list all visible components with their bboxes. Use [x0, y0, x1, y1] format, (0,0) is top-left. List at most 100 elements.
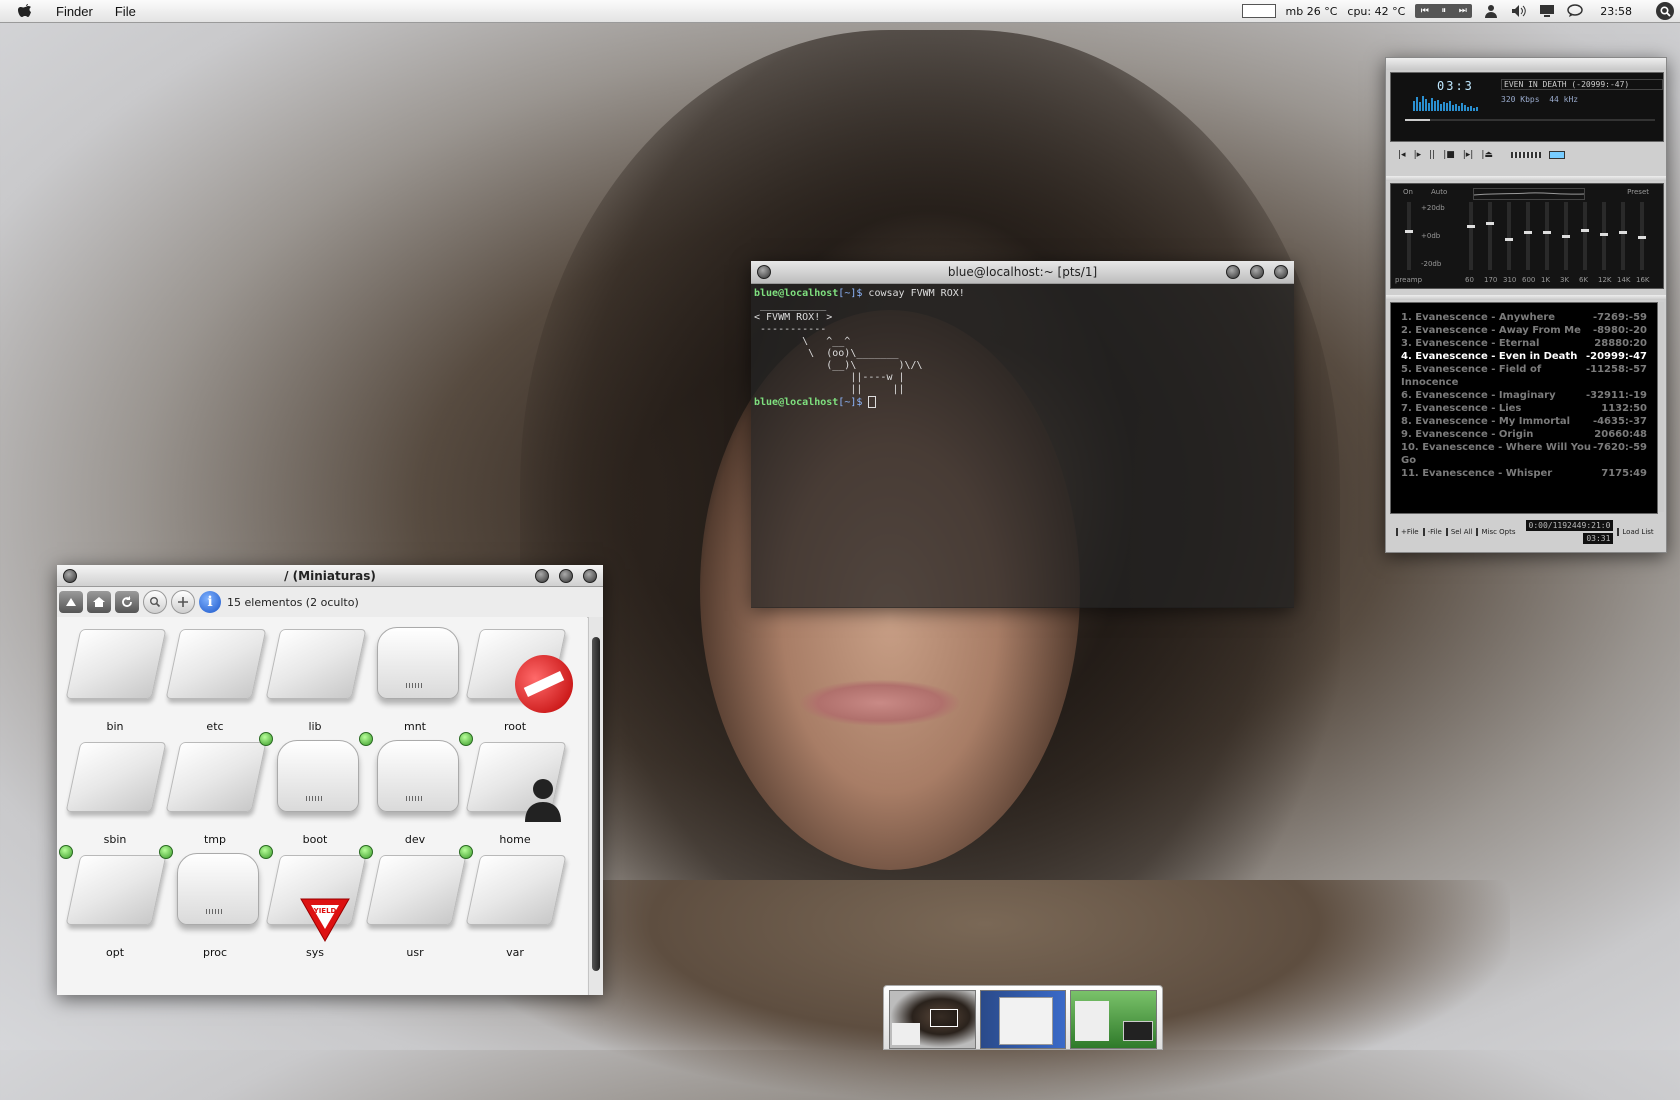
playlist-row[interactable]: 4. Evanescence - Even in Death -20999:-47: [1391, 350, 1657, 363]
cowsay-output: ___________ < FVWM ROX! > ----------- \ …: [754, 300, 923, 395]
file-item-mnt[interactable]: mnt: [365, 621, 465, 733]
file-item-proc[interactable]: proc: [159, 845, 265, 959]
file-item-dev[interactable]: dev: [359, 732, 465, 846]
misc-opts-button[interactable]: Misc Opts: [1476, 528, 1516, 536]
file-item-label: var: [506, 946, 524, 959]
vertical-scrollbar[interactable]: [588, 617, 603, 995]
balance-slider[interactable]: [1548, 151, 1565, 159]
seek-bar[interactable]: [1405, 119, 1655, 121]
eq-band-slider[interactable]: [1562, 202, 1570, 270]
window-menu-button[interactable]: [63, 568, 77, 583]
menu-file[interactable]: File: [115, 4, 136, 19]
eq-band-slider[interactable]: [1581, 202, 1589, 270]
file-item-sbin[interactable]: sbin: [65, 734, 167, 846]
playlist-row[interactable]: 8. Evanescence - My Immortal -4635:-37: [1391, 415, 1657, 428]
maximize-button[interactable]: [559, 568, 573, 583]
playlist-row[interactable]: 5. Evanescence - Field of Innocence -1125…: [1391, 363, 1657, 389]
eq-preset-button[interactable]: Preset: [1627, 188, 1649, 196]
zoom-button[interactable]: [143, 590, 167, 614]
refresh-button[interactable]: [115, 591, 139, 613]
pause-button[interactable]: ||: [1429, 150, 1435, 160]
close-button[interactable]: [1274, 265, 1288, 279]
pager-mini-box[interactable]: [1241, 4, 1276, 18]
new-item-button[interactable]: [171, 590, 195, 614]
eq-band-slider[interactable]: [1467, 202, 1475, 270]
minimize-button[interactable]: [1226, 265, 1240, 279]
terminal-titlebar[interactable]: blue@localhost:~ [pts/1]: [751, 261, 1294, 284]
eq-band-label: 12K: [1598, 276, 1612, 284]
terminal-output[interactable]: blue@localhost[~]$ cowsay FVWM ROX! ____…: [751, 284, 1294, 608]
eject-button[interactable]: |⏏: [1481, 150, 1493, 160]
track-title: 8. Evanescence - My Immortal: [1401, 416, 1571, 427]
info-icon[interactable]: i: [199, 591, 221, 613]
playlist-row[interactable]: 9. Evanescence - Origin 20660:48: [1391, 428, 1657, 441]
desktop-3-thumbnail[interactable]: [1070, 990, 1158, 1049]
eq-band-slider[interactable]: [1543, 202, 1551, 270]
eq-band-slider[interactable]: [1600, 202, 1608, 270]
volume-icon[interactable]: [1510, 2, 1528, 20]
eq-auto-button[interactable]: Auto: [1431, 188, 1447, 196]
window-menu-button[interactable]: [757, 265, 771, 279]
file-item-sys[interactable]: YIELD sys: [259, 845, 367, 959]
playlist-row[interactable]: 1. Evanescence - Anywhere -7269:-59: [1391, 311, 1657, 324]
up-button[interactable]: [59, 591, 83, 613]
file-manager-titlebar[interactable]: / (Miniaturas): [57, 565, 603, 587]
playlist-row[interactable]: 3. Evanescence - Eternal 28880:20: [1391, 337, 1657, 350]
preamp-slider[interactable]: [1405, 202, 1413, 270]
previous-track-icon[interactable]: ⏮: [1415, 4, 1434, 18]
next-button[interactable]: |▸|: [1463, 150, 1474, 160]
playlist-row[interactable]: 7. Evanescence - Lies 1132:50: [1391, 402, 1657, 415]
file-item-etc[interactable]: etc: [165, 621, 267, 733]
eq-band-slider[interactable]: [1619, 202, 1627, 270]
playlist-scrollbar[interactable]: [1659, 302, 1664, 512]
load-list-button[interactable]: Load List: [1617, 528, 1654, 536]
display-icon[interactable]: [1538, 2, 1556, 20]
eq-on-button[interactable]: On: [1403, 188, 1413, 196]
file-item-var[interactable]: var: [459, 845, 567, 959]
playlist-row[interactable]: 2. Evanescence - Away From Me -8980:-20: [1391, 324, 1657, 337]
user-icon[interactable]: [1482, 2, 1500, 20]
playlist-row[interactable]: 6. Evanescence - Imaginary -32911:-19: [1391, 389, 1657, 402]
eq-band-slider[interactable]: [1524, 202, 1532, 270]
minimize-button[interactable]: [535, 568, 549, 583]
file-item-lib[interactable]: lib: [265, 621, 367, 733]
play-button[interactable]: |▸: [1414, 150, 1422, 160]
maximize-button[interactable]: [1250, 265, 1264, 279]
previous-button[interactable]: |◂: [1398, 150, 1406, 160]
close-button[interactable]: [583, 568, 597, 583]
desktop-2-thumbnail[interactable]: [979, 990, 1067, 1049]
folder-icon: [465, 855, 567, 925]
volume-slider[interactable]: [1510, 152, 1541, 158]
playlist-titlebar[interactable]: [1386, 295, 1666, 300]
playlist-row[interactable]: 10. Evanescence - Where Will You Go -7620…: [1391, 441, 1657, 467]
pause-icon[interactable]: ⏸: [1434, 4, 1453, 18]
file-item-bin[interactable]: bin: [65, 621, 167, 733]
next-track-icon[interactable]: ⏭: [1453, 4, 1472, 18]
file-item-boot[interactable]: boot: [259, 732, 365, 846]
file-item-home[interactable]: home: [459, 732, 567, 846]
eq-band-slider[interactable]: [1486, 202, 1494, 270]
chat-icon[interactable]: [1566, 2, 1584, 20]
desktop-1-thumbnail[interactable]: [889, 990, 976, 1049]
eq-band-slider[interactable]: [1505, 202, 1513, 270]
stop-button[interactable]: |■: [1443, 150, 1455, 160]
equalizer-titlebar[interactable]: [1386, 176, 1666, 181]
apple-menu-icon[interactable]: [18, 2, 36, 20]
mb-temperature: mb 26 °C: [1285, 4, 1338, 18]
add-file-button[interactable]: +File: [1396, 528, 1419, 536]
player-titlebar[interactable]: [1386, 58, 1666, 70]
file-item-opt[interactable]: opt: [59, 845, 167, 959]
playlist-row[interactable]: 11. Evanescence - Whisper 7175:49: [1391, 467, 1657, 480]
file-item-label: sys: [306, 946, 324, 959]
select-all-button[interactable]: Sel All: [1445, 528, 1472, 536]
scrollbar-thumb[interactable]: [592, 637, 600, 971]
eq-band-slider[interactable]: [1638, 202, 1646, 270]
file-item-tmp[interactable]: tmp: [165, 734, 267, 846]
file-item-root[interactable]: root: [465, 621, 583, 733]
playback-time: 03:3: [1437, 79, 1474, 93]
home-button[interactable]: [87, 591, 111, 613]
menu-finder[interactable]: Finder: [56, 4, 93, 19]
remove-file-button[interactable]: -File: [1422, 528, 1442, 536]
file-item-usr[interactable]: usr: [359, 845, 467, 959]
spotlight-search-icon[interactable]: [1656, 2, 1674, 20]
